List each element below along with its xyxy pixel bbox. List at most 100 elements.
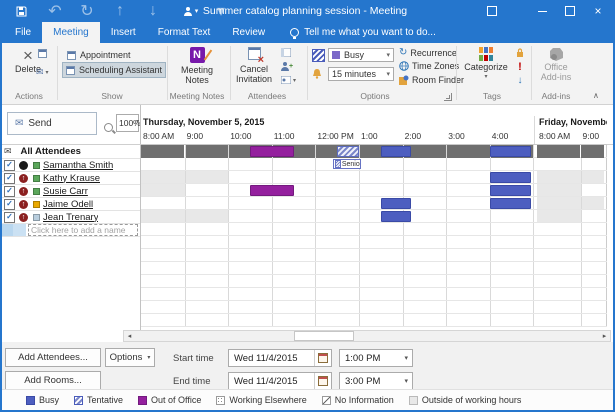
low-importance-icon[interactable]: ↓ [512, 75, 528, 86]
end-time-field[interactable]: 3:00 PM▾ [339, 372, 413, 390]
category-color-swatch [33, 201, 40, 208]
attendee-name-link[interactable]: Jean Trenary [43, 212, 98, 223]
all-attendees-label: All Attendees [21, 146, 81, 157]
add-attendee-row[interactable]: Click here to add a name [0, 224, 140, 237]
zoom-caret-icon[interactable]: ▾ [136, 118, 139, 125]
legend-label: Out of Office [151, 395, 201, 405]
high-importance-icon[interactable]: ! [512, 61, 528, 73]
previous-item-icon[interactable]: ↑ [107, 0, 133, 22]
window-title: Summer catalog planning session - Meetin… [150, 0, 460, 22]
office-add-ins-button[interactable]: OfficeAdd-ins [533, 47, 579, 82]
collapse-ribbon-icon[interactable]: ∧ [593, 91, 599, 100]
address-book-icon[interactable] [281, 48, 291, 57]
options-dialog-launcher-icon[interactable] [444, 93, 452, 101]
show-as-select[interactable]: Busy ▾ [328, 48, 394, 62]
legend-swatch-noinfo [322, 396, 331, 405]
minimize-icon[interactable] [528, 0, 556, 22]
attendee-checkbox[interactable]: ✓ [4, 160, 15, 171]
busy-block [490, 146, 531, 157]
attendee-checkbox[interactable]: ✓ [4, 199, 15, 210]
attendee-name-link[interactable]: Susie Carr [43, 186, 88, 197]
category-color-swatch [33, 162, 40, 169]
busy-block [490, 198, 531, 209]
undo-icon[interactable]: ↶ [42, 0, 68, 22]
cancel-invitation-button[interactable]: × CancelInvitation [232, 47, 276, 84]
hour-label: 9:00 [187, 131, 204, 141]
tab-file[interactable]: File [4, 22, 42, 43]
busy-block [490, 172, 531, 183]
forward-icon[interactable]: ✉ ▾ [36, 67, 49, 78]
scrollbar-thumb[interactable] [294, 331, 354, 341]
attendee-row[interactable]: ✓ Samantha Smith [0, 159, 140, 172]
add-attendee-placeholder[interactable]: Click here to add a name [28, 224, 138, 236]
attendee-row[interactable]: ✓ ↑ Jaime Odell [0, 198, 140, 211]
attendee-checkbox[interactable]: ✓ [4, 186, 15, 197]
add-row-icon-cell [13, 224, 26, 236]
scroll-right-icon[interactable]: ▸ [599, 331, 610, 341]
hour-label: 4:00 [492, 131, 509, 141]
reminder-select[interactable]: 15 minutes ▾ [328, 67, 394, 81]
attendee-name-link[interactable]: Samantha Smith [43, 160, 113, 171]
hour-label: 8:00 AM [143, 131, 174, 141]
categorize-button[interactable]: Categorize ▾ [461, 47, 511, 82]
cancel-invitation-icon: × [246, 47, 262, 62]
legend-swatch-oof [138, 396, 147, 405]
close-icon[interactable]: × [584, 0, 612, 22]
appointment-button[interactable]: Appointment [64, 48, 134, 62]
hour-label: 3:00 [448, 131, 465, 141]
attendee-name-link[interactable]: Kathy Krause [43, 173, 100, 184]
group-label-actions: Actions [6, 91, 52, 101]
legend-label: Outside of working hours [422, 395, 522, 405]
maximize-icon[interactable] [556, 0, 584, 22]
organizer-icon [19, 161, 28, 170]
title-bar: ↶ ↻ ↑ ↓ ▾ ▾ Summer catalog planning sess… [0, 0, 615, 22]
end-date-picker-icon[interactable] [314, 373, 331, 389]
tab-format-text[interactable]: Format Text [147, 22, 222, 43]
save-icon[interactable] [8, 0, 34, 22]
tell-me-box[interactable]: Tell me what you want to do... [290, 22, 436, 43]
end-date-field[interactable]: Wed 11/4/2015 [228, 372, 332, 390]
attendee-row[interactable]: ✓↑Jean Trenary [0, 211, 140, 224]
attendee-row[interactable]: ✓↑Kathy Krause [0, 172, 140, 185]
legend-item: Working Elsewhere [216, 395, 306, 405]
tab-review[interactable]: Review [221, 22, 276, 43]
tab-meeting[interactable]: Meeting [42, 22, 100, 43]
legend-label: Busy [39, 395, 59, 405]
start-date-picker-icon[interactable] [314, 350, 331, 366]
required-attendee-icon: ↑ [19, 200, 28, 209]
tab-insert[interactable]: Insert [100, 22, 147, 43]
recurrence-button[interactable]: ↻ Recurrence [399, 47, 457, 58]
legend-label: No Information [335, 395, 394, 405]
attendee-checkbox[interactable]: ✓ [4, 212, 15, 223]
schedule-grid[interactable]: Senio [141, 145, 607, 327]
scroll-left-icon[interactable]: ◂ [124, 331, 135, 341]
day-label: Friday, Novembe [539, 117, 607, 127]
busy-block [381, 146, 412, 157]
copy-to-calendar-icon[interactable] [38, 49, 47, 58]
ribbon-display-options-icon[interactable] [478, 0, 506, 22]
time-zones-button[interactable]: Time Zones [399, 61, 459, 71]
private-lock-icon[interactable] [512, 48, 528, 59]
attendee-name-link[interactable]: Jaime Odell [43, 199, 93, 210]
add-attendees-button[interactable]: Add Attendees... [5, 348, 101, 367]
room-finder-button[interactable]: Room Finder [399, 75, 464, 85]
add-attendee-icon[interactable]: + [281, 62, 293, 71]
redo-icon[interactable]: ↻ [74, 0, 100, 22]
scheduling-assistant-button[interactable]: Scheduling Assistant [62, 62, 166, 78]
zoom-icon [104, 119, 113, 137]
attendee-row[interactable]: ✓↑Susie Carr [0, 185, 140, 198]
start-date-field[interactable]: Wed 11/4/2015 [228, 349, 332, 367]
category-color-swatch [33, 188, 40, 195]
meeting-notes-button[interactable]: N MeetingNotes [168, 47, 226, 85]
appointment-label: Senio [342, 161, 360, 168]
add-rooms-button[interactable]: Add Rooms... [5, 371, 101, 390]
all-attendees-cell [537, 145, 580, 158]
send-button[interactable]: ✉ Send [7, 112, 97, 135]
attendee-checkbox[interactable]: ✓ [4, 173, 15, 184]
contact-card-icon[interactable]: ▾ [281, 76, 296, 84]
options-button[interactable]: Options▾ [105, 348, 155, 367]
start-time-field[interactable]: 1:00 PM▾ [339, 349, 413, 367]
horizontal-scrollbar[interactable]: ◂ ▸ [123, 330, 611, 342]
group-label-options: Options [330, 91, 420, 101]
legend-item: Busy [26, 395, 59, 405]
